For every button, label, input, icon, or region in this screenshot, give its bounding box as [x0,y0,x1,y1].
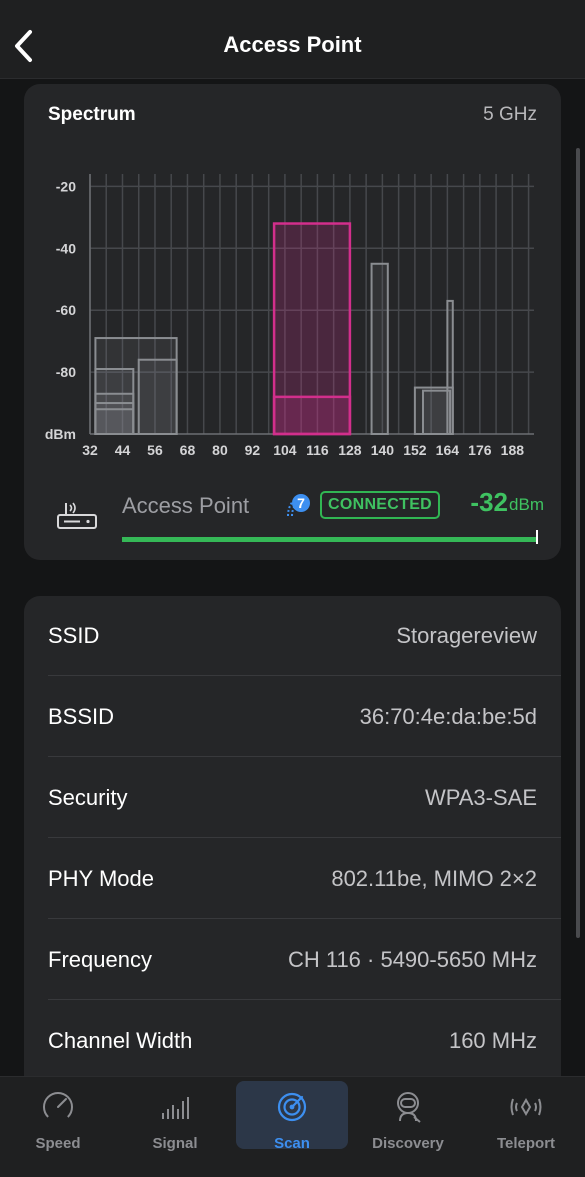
divider [48,837,561,838]
y-tick-label: -40 [56,240,76,256]
x-tick-label: 92 [245,442,261,458]
divider [48,918,561,919]
connected-badge: CONNECTED [320,491,441,519]
x-tick-label: 32 [82,442,98,458]
x-tick-label: 80 [212,442,228,458]
x-tick-label: 128 [338,442,362,458]
radar-icon [277,1092,307,1122]
tab-label: Signal [152,1135,198,1152]
scrollbar[interactable] [576,148,580,938]
divider [48,756,561,757]
tab-label: Scan [274,1135,310,1152]
tab-label: Teleport [496,1135,556,1152]
detail-row-phy-mode[interactable]: PHY Mode 802.11be, MIMO 2×2 [24,839,561,919]
detail-row-bssid[interactable]: BSSID 36:70:4e:da:be:5d [24,677,561,757]
tab-signal[interactable]: Signal [119,1081,231,1152]
detail-value: Storagereview [396,623,537,648]
tab-teleport[interactable]: Teleport [470,1081,582,1152]
tab-discovery[interactable]: Discovery [352,1081,464,1152]
x-tick-label: 152 [403,442,427,458]
signal-strength-bar [122,537,538,542]
detail-value: 36:70:4e:da:be:5d [359,704,537,729]
divider [48,999,561,1000]
detail-value: CH 116 · 5490-5650 MHz [287,947,537,972]
y-tick-label: -80 [56,364,76,380]
ap-bar [94,408,135,436]
ap-bar [422,389,452,435]
tab-label: Discovery [372,1135,444,1152]
x-tick-label: 188 [501,442,525,458]
x-tick-label: 56 [147,442,163,458]
detail-label: Frequency [48,947,152,972]
y-tick-label: -60 [56,302,76,318]
tab-label: Speed [35,1135,81,1152]
x-tick-label: 68 [180,442,196,458]
router-icon [57,502,97,529]
x-tick-label: 164 [436,442,460,458]
tab-speed[interactable]: Speed [2,1081,114,1152]
x-tick-label: 116 [306,442,329,458]
spectrum-chart: -20 -40 -60 -80 dBm 32 44 56 68 80 92 104 116 128 140 1… [45,174,534,458]
divider [48,675,561,676]
detail-row-security[interactable]: Security WPA3-SAE [24,758,561,838]
tab-scan[interactable]: Scan [236,1081,348,1152]
connected-ap-bar [272,395,352,436]
detail-label: PHY Mode [48,866,154,891]
spectrum-card: Spectrum 5 GHz -20 -40 -60 -80 dBm 32 44 56 68 80… [24,84,561,560]
signal-strength-value: -32 [470,487,508,517]
x-tick-label: 44 [115,442,131,458]
detail-value: 802.11be, MIMO 2×2 [331,866,537,891]
page-title: Access Point [223,32,362,57]
access-point-signal-row[interactable]: Access Point 7 CONNECTED -32 dBm [54,487,544,545]
detail-label: Channel Width [48,1028,193,1053]
signal-strength-fill [122,537,538,542]
detail-row-frequency[interactable]: Frequency CH 116 · 5490-5650 MHz [24,920,561,1000]
detail-label: Security [48,785,128,810]
details-card: SSID Storagereview BSSID 36:70:4e:da:be:… [24,596,561,1116]
x-tick-label: 140 [371,442,395,458]
signal-strength-unit: dBm [509,495,544,514]
detail-label: SSID [48,623,100,648]
tab-bar: Speed Signal Scan Discovery Teleport [0,1076,585,1177]
y-axis-label: dBm [45,426,76,442]
teleport-icon [510,1097,542,1117]
speedometer-icon [43,1092,73,1122]
ap-bar [370,262,389,435]
detail-label: BSSID [48,704,115,729]
detail-value: 160 MHz [448,1028,537,1053]
ap-bar [446,299,454,435]
signal-bar-end-marker [536,530,538,544]
x-tick-label: 104 [273,442,297,458]
access-point-name: Access Point [122,493,250,518]
ap-bar [137,358,178,436]
astronaut-icon [397,1092,421,1123]
detail-row-ssid[interactable]: SSID Storagereview [24,596,561,676]
signal-bars-icon [162,1097,189,1119]
x-tick-label: 176 [468,442,492,458]
y-tick-label: -20 [56,178,76,194]
detail-value: WPA3-SAE [424,785,537,810]
detail-row-channel-width[interactable]: Channel Width 160 MHz [24,1001,561,1081]
wifi-gen-number: 7 [297,495,305,511]
nav-header: Access Point [0,0,585,79]
wifi-7-badge-icon: 7 [287,494,310,517]
